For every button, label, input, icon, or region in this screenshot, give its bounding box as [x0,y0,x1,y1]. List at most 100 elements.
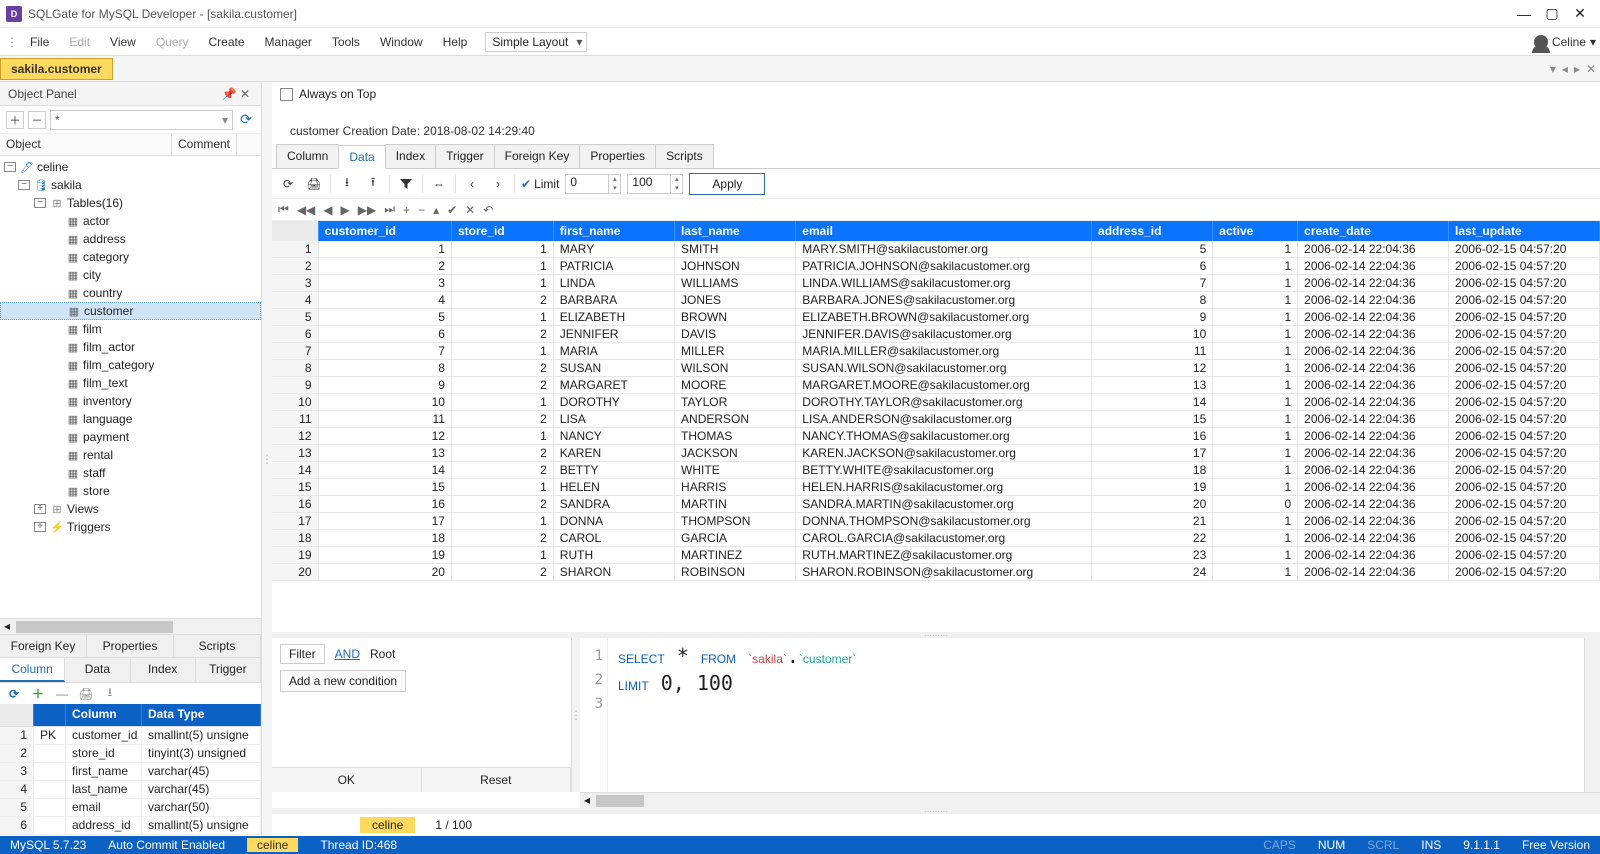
tree-node-views[interactable]: +⊞Views [0,500,261,518]
panel-tab-data[interactable]: Data [65,658,130,682]
tree-toggle-icon[interactable] [50,450,62,460]
tree-toggle-icon[interactable]: + [34,504,46,514]
grid-header-active[interactable]: active [1213,221,1298,241]
column-row[interactable]: 5emailvarchar(50) [0,799,261,817]
add-condition-button[interactable]: Add a new condition [280,670,406,692]
tree-node-film[interactable]: ▦film [0,320,261,338]
import-data-icon[interactable]: ⭱ [363,174,383,194]
tree-toggle-icon[interactable] [50,486,62,496]
tree-node-rental[interactable]: ▦rental [0,446,261,464]
data-row[interactable]: 13132KARENJACKSONKAREN.JACKSON@sakilacus… [272,445,1600,462]
nav-first-icon[interactable]: ⏮ [278,202,289,217]
panel-tab-properties[interactable]: Properties [87,635,174,657]
tree-node-language[interactable]: ▦language [0,410,261,428]
data-tab-properties[interactable]: Properties [579,144,656,168]
fit-columns-icon[interactable]: ⇔ [429,174,449,194]
filter-ok-button[interactable]: OK [272,768,422,792]
tree-toggle-icon[interactable] [50,378,62,388]
menu-help[interactable]: Help [433,31,478,53]
column-row[interactable]: 4last_namevarchar(45) [0,781,261,799]
prev-page-icon[interactable]: ‹ [462,174,482,194]
grid-header-customer_id[interactable]: customer_id [318,221,451,241]
panel-tab-column[interactable]: Column [0,658,65,682]
data-row[interactable]: 331LINDAWILLIAMSLINDA.WILLIAMS@sakilacus… [272,275,1600,292]
grid-header-store_id[interactable]: store_id [451,221,553,241]
grid-header-last_update[interactable]: last_update [1449,221,1600,241]
nav-remove-icon[interactable]: − [418,203,425,217]
tree-toggle-icon[interactable]: − [34,198,46,208]
nav-next-icon[interactable]: ▶ [341,203,350,217]
data-tab-column[interactable]: Column [276,144,339,168]
grid-header-last_name[interactable]: last_name [675,221,796,241]
column-row[interactable]: 1PKcustomer_idsmallint(5) unsigne [0,727,261,745]
panel-close-icon[interactable]: ✕ [237,87,253,101]
tree-toggle-icon[interactable] [50,414,62,424]
panel-tab-index[interactable]: Index [131,658,196,682]
tree-toggle-icon[interactable] [50,432,62,442]
tree-toggle-icon[interactable] [50,360,62,370]
refresh-data-icon[interactable]: ⟳ [278,174,298,194]
grid-header-create_date[interactable]: create_date [1298,221,1449,241]
data-row[interactable]: 20202SHARONROBINSONSHARON.ROBINSON@sakil… [272,564,1600,581]
tree-node-staff[interactable]: ▦staff [0,464,261,482]
print-data-icon[interactable]: 🖨 [304,174,324,194]
column-row[interactable]: 3first_namevarchar(45) [0,763,261,781]
data-row[interactable]: 551ELIZABETHBROWNELIZABETH.BROWN@sakilac… [272,309,1600,326]
data-row[interactable]: 992MARGARETMOOREMARGARET.MOORE@sakilacus… [272,377,1600,394]
data-row[interactable]: 14142BETTYWHITEBETTY.WHITE@sakilacustome… [272,462,1600,479]
data-row[interactable]: 771MARIAMILLERMARIA.MILLER@sakilacustome… [272,343,1600,360]
sql-vscroll[interactable] [1584,638,1600,792]
tree-node-payment[interactable]: ▦payment [0,428,261,446]
nav-prev-icon[interactable]: ◀ [323,203,332,217]
grid-header-email[interactable]: email [796,221,1092,241]
tree-toggle-icon[interactable] [51,306,63,316]
column-row[interactable]: 6address_idsmallint(5) unsigne [0,817,261,835]
data-row[interactable]: 18182CAROLGARCIACAROL.GARCIA@sakilacusto… [272,530,1600,547]
nav-next-page-icon[interactable]: ▶▶ [358,203,376,217]
panel-tab-foreign-key[interactable]: Foreign Key [0,635,87,657]
column-row[interactable]: 2store_idtinyint(3) unsigned [0,745,261,763]
maximize-button[interactable]: ▢ [1538,4,1566,24]
nav-prev-page-icon[interactable]: ◀◀ [297,203,315,217]
close-button[interactable]: ✕ [1566,4,1594,24]
user-menu[interactable]: Celine ▾ [1534,35,1596,49]
tree-toggle-icon[interactable]: + [34,522,46,532]
nav-last-icon[interactable]: ⏭ [384,202,395,217]
export-data-icon[interactable]: ⭳ [337,174,357,194]
tree-toggle-icon[interactable] [50,324,62,334]
tab-close-icon[interactable]: ✕ [1586,62,1596,76]
tree-node-film-text[interactable]: ▦film_text [0,374,261,392]
data-tab-index[interactable]: Index [385,144,436,168]
filter-reset-button[interactable]: Reset [422,768,572,792]
menu-view[interactable]: View [100,31,146,53]
collapse-all-button[interactable]: － [28,111,46,129]
filter-icon[interactable] [396,174,416,194]
tab-prev-icon[interactable]: ◂ [1562,62,1568,76]
tree-toggle-icon[interactable] [50,342,62,352]
data-row[interactable]: 882SUSANWILSONSUSAN.WILSON@sakilacustome… [272,360,1600,377]
minimize-button[interactable]: — [1510,4,1538,24]
limit-to-input[interactable]: 100▴▾ [627,174,683,194]
panel-tab-trigger[interactable]: Trigger [196,658,261,682]
data-row[interactable]: 15151HELENHARRISHELEN.HARRIS@sakilacusto… [272,479,1600,496]
data-row[interactable]: 111MARYSMITHMARY.SMITH@sakilacustomer.or… [272,241,1600,258]
data-row[interactable]: 662JENNIFERDAVISJENNIFER.DAVIS@sakilacus… [272,326,1600,343]
tree-toggle-icon[interactable] [50,270,62,280]
document-tab-active[interactable]: sakila.customer [0,58,113,80]
data-row[interactable]: 19191RUTHMARTINEZRUTH.MARTINEZ@sakilacus… [272,547,1600,564]
nav-cancel-icon[interactable]: ✕ [465,203,475,217]
menu-window[interactable]: Window [370,31,433,53]
data-tab-trigger[interactable]: Trigger [435,144,495,168]
sql-vertical-splitter[interactable]: ⋮ [572,638,580,792]
data-tab-data[interactable]: Data [338,145,385,169]
panel-tab-scripts[interactable]: Scripts [174,635,261,657]
data-row[interactable]: 16162SANDRAMARTINSANDRA.MARTIN@sakilacus… [272,496,1600,513]
tree-toggle-icon[interactable] [50,288,62,298]
menu-manager[interactable]: Manager [255,31,322,53]
filter-button[interactable]: Filter [280,644,325,664]
add-column-icon[interactable]: ＋ [30,686,46,702]
menu-query[interactable]: Query [146,31,199,53]
remove-column-icon[interactable]: — [54,686,70,702]
tree-toggle-icon[interactable]: − [4,162,16,172]
tree-toggle-icon[interactable]: − [18,180,30,190]
